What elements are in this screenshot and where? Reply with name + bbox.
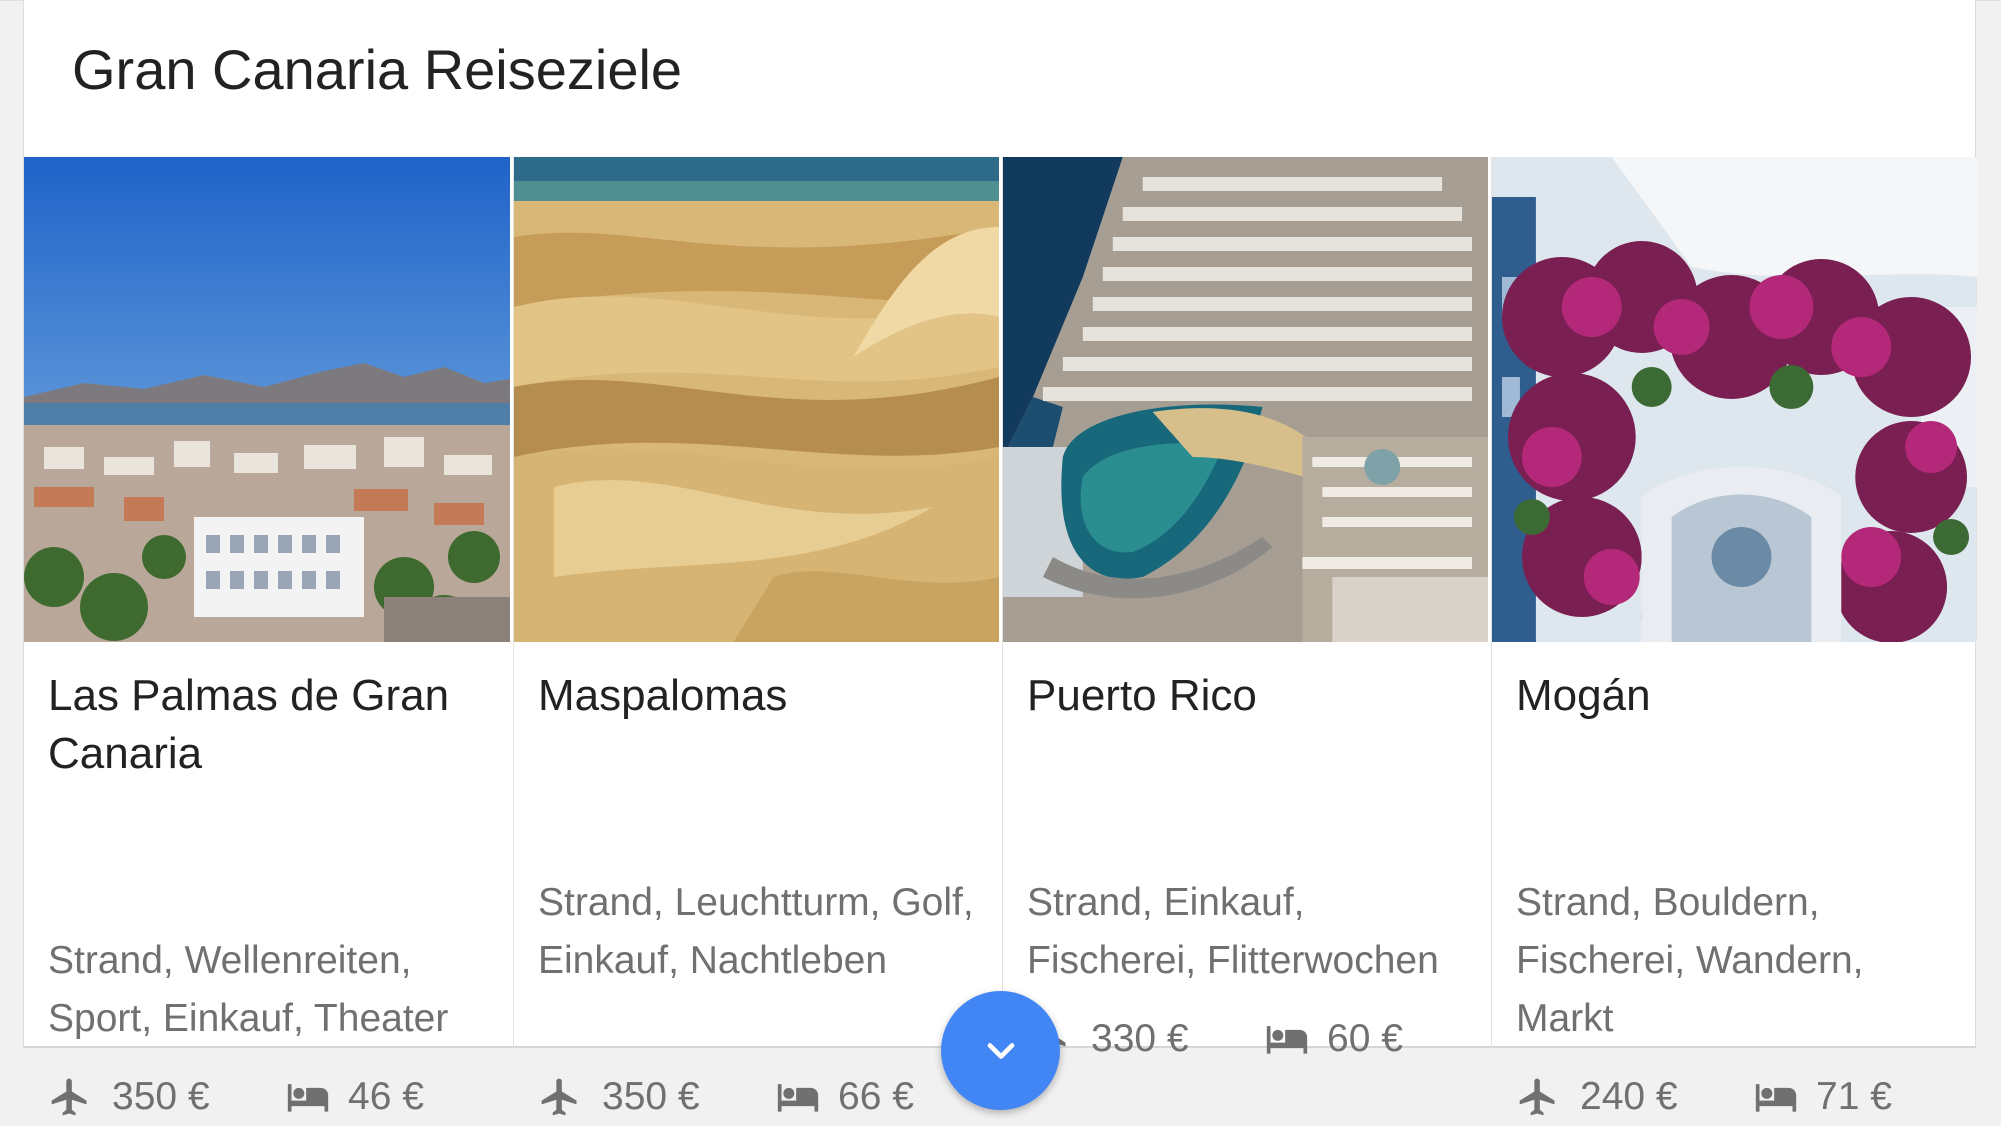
hotel-price[interactable]: 66 € xyxy=(774,1068,914,1126)
hotel-price-value: 60 € xyxy=(1327,1017,1403,1060)
destination-tags: Strand, Wellenreiten, Sport, Einkauf, Th… xyxy=(48,939,449,1040)
card-title[interactable]: Gran Canaria Reiseziele xyxy=(72,36,682,104)
hotel-price-value: 46 € xyxy=(348,1075,424,1118)
hotel-price[interactable]: 46 € xyxy=(284,1068,424,1126)
flight-price[interactable]: 240 € xyxy=(1516,1068,1678,1126)
destination-name[interactable]: Maspalomas xyxy=(538,667,983,725)
airplane-icon xyxy=(1519,1078,1555,1116)
flight-price-value: 350 € xyxy=(112,1075,210,1118)
destination-card-maspalomas[interactable]: Maspalomas Strand, Leuchtturm, Golf, Ein… xyxy=(513,157,999,1118)
card-header: Gran Canaria Reiseziele xyxy=(24,0,1975,157)
bed-icon xyxy=(1266,1026,1308,1054)
destination-image-puerto-rico[interactable] xyxy=(1003,157,1488,642)
hotel-price[interactable]: 71 € xyxy=(1752,1068,1892,1126)
hotel-price[interactable]: 60 € xyxy=(1263,1010,1403,1068)
flight-price-value: 350 € xyxy=(602,1075,700,1118)
flight-price[interactable]: 350 € xyxy=(48,1068,210,1126)
hotel-price-value: 66 € xyxy=(838,1075,914,1118)
flight-price-value: 240 € xyxy=(1580,1075,1678,1118)
destination-card-puerto-rico[interactable]: Puerto Rico Strand, Einkauf, Fischerei, … xyxy=(1002,157,1488,1060)
airplane-icon xyxy=(541,1078,577,1116)
destination-image-maspalomas[interactable] xyxy=(514,157,999,642)
price-row: 350 € 46 € xyxy=(48,1068,498,1126)
destination-name[interactable]: Mogán xyxy=(1516,667,1961,725)
destination-image-mogan[interactable] xyxy=(1492,157,1977,642)
destinations-card: Gran Canaria Reiseziele Las Palmas de Gr… xyxy=(23,0,1977,1118)
destination-image-las-palmas[interactable] xyxy=(24,157,510,642)
airplane-icon xyxy=(51,1078,87,1116)
flight-price[interactable]: 350 € xyxy=(538,1068,700,1126)
chevron-down-icon xyxy=(987,1042,1014,1059)
price-row: 240 € 71 € xyxy=(1516,1068,1966,1126)
destination-list: Las Palmas de Gran Canaria Strand, Welle… xyxy=(24,157,1977,1118)
destination-name[interactable]: Puerto Rico xyxy=(1027,667,1472,725)
bed-icon xyxy=(287,1084,329,1112)
bed-icon xyxy=(1755,1084,1797,1112)
destination-tags: Strand, Bouldern, Fischerei, Wandern, Ma… xyxy=(1516,881,1864,1040)
price-row: 330 € 60 € xyxy=(1027,1010,1477,1068)
destination-name[interactable]: Las Palmas de Gran Canaria xyxy=(48,667,493,783)
price-row: 350 € 66 € xyxy=(538,1068,988,1126)
hotel-price-value: 71 € xyxy=(1816,1075,1892,1118)
destination-tags: Strand, Einkauf, Fischerei, Flitterwoche… xyxy=(1027,881,1439,982)
bed-icon xyxy=(777,1084,819,1112)
expand-more-button[interactable] xyxy=(941,991,1060,1110)
destination-card-las-palmas[interactable]: Las Palmas de Gran Canaria Strand, Welle… xyxy=(24,157,510,1118)
destination-card-mogan[interactable]: Mogán Strand, Bouldern, Fischerei, Wande… xyxy=(1491,157,1977,1118)
destination-tags: Strand, Leuchtturm, Golf, Einkauf, Nacht… xyxy=(538,881,974,982)
flight-price-value: 330 € xyxy=(1091,1017,1189,1060)
